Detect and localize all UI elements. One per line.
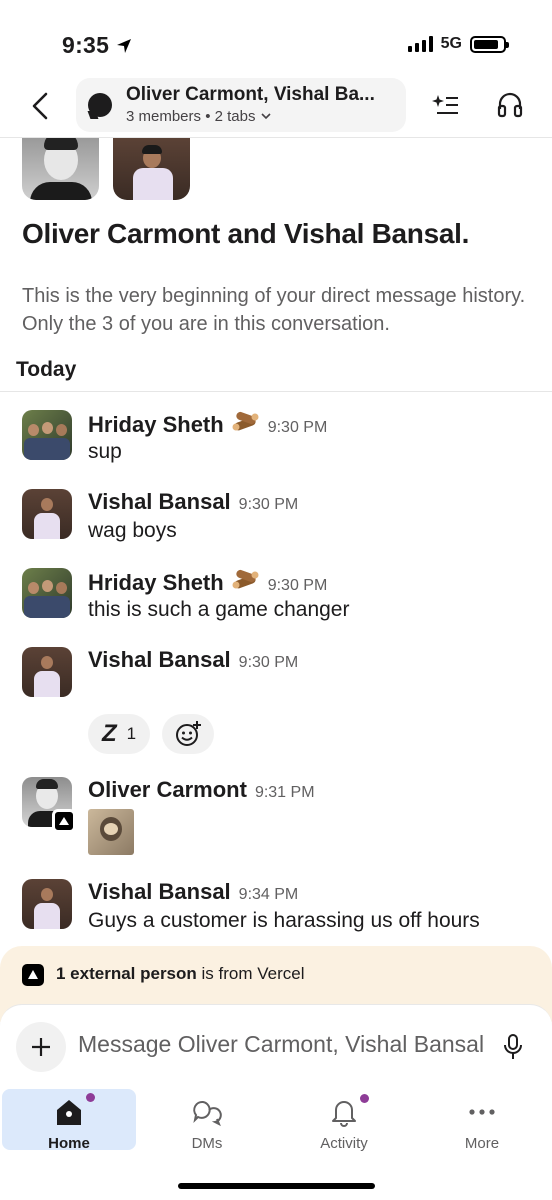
avatar-vishal-bansal[interactable] [22, 647, 72, 697]
back-button[interactable] [24, 88, 56, 124]
sender-name[interactable]: Vishal Bansal [88, 879, 231, 905]
reactions-row: Z 1 [88, 714, 215, 754]
message-time: 9:30 PM [267, 419, 328, 436]
tab-activity-label: Activity [320, 1135, 368, 1152]
avatar-hriday-sheth[interactable] [22, 568, 72, 618]
external-banner-text: 1 external person is from Vercel [56, 964, 304, 984]
external-org-text: is from Vercel [196, 964, 305, 983]
intro-title: Oliver Carmont and Vishal Bansal. [22, 218, 470, 249]
ai-summary-button[interactable] [430, 90, 460, 120]
message-time: 9:31 PM [254, 784, 315, 801]
tab-dms[interactable]: DMs [140, 1089, 274, 1152]
sender-name[interactable]: Vishal Bansal [88, 647, 231, 673]
reaction-pill[interactable]: Z 1 [88, 714, 151, 754]
wood-logs-icon [232, 568, 260, 590]
day-divider-label: Today [16, 358, 77, 381]
conversation-title-button[interactable]: Oliver Carmont, Vishal Ba... 3 members •… [76, 78, 406, 132]
tab-dms-label: DMs [191, 1135, 223, 1152]
message-header: Hriday Sheth 9:30 PM [88, 410, 327, 438]
sender-name[interactable]: Oliver Carmont [88, 777, 247, 803]
more-icon [469, 1109, 495, 1115]
signal-icon [407, 36, 433, 52]
status-indicators: 5G [407, 35, 509, 53]
intro-avatars [22, 138, 190, 200]
microphone-button[interactable] [502, 1033, 524, 1061]
message-text: sup [88, 440, 122, 463]
add-reaction-button[interactable] [162, 714, 215, 754]
intro-description: This is the very beginning of your direc… [22, 285, 526, 335]
sender-name[interactable]: Hriday Sheth [88, 570, 224, 596]
message-header: Oliver Carmont 9:31 PM [88, 777, 315, 803]
message-time: 9:30 PM [267, 577, 328, 594]
members-tabs-text: 3 members • 2 tabs [126, 108, 256, 125]
message-composer [0, 1004, 552, 1088]
dms-icon [193, 1100, 222, 1127]
conversation-header: Oliver Carmont, Vishal Ba... 3 members •… [0, 78, 552, 136]
network-label: 5G [440, 35, 462, 52]
message-header: Hriday Sheth 9:30 PM [88, 568, 327, 596]
message-header: Vishal Bansal 9:30 PM [88, 489, 298, 515]
home-unread-dot [86, 1093, 95, 1102]
avatar-vishal-bansal[interactable] [22, 489, 72, 539]
image-attachment[interactable] [88, 809, 134, 855]
message-time: 9:30 PM [238, 496, 299, 513]
headphones-icon [497, 92, 523, 118]
attach-button[interactable] [16, 1022, 66, 1072]
sparkle-list-icon [432, 95, 458, 114]
message-text: wag boys [88, 519, 177, 542]
external-badge-icon [52, 809, 76, 833]
sender-name[interactable]: Vishal Bansal [88, 489, 231, 515]
avatar-oliver-carmont[interactable] [22, 138, 99, 200]
avatar-vishal-bansal[interactable] [113, 138, 190, 200]
message-time: 9:34 PM [238, 886, 299, 903]
chevron-left-icon [32, 92, 48, 120]
huddle-button[interactable] [495, 90, 525, 120]
tab-home-label: Home [48, 1135, 90, 1152]
home-indicator [178, 1183, 375, 1189]
activity-unread-dot [360, 1094, 369, 1103]
avatar-hriday-sheth[interactable] [22, 410, 72, 460]
external-count-text: 1 external person [56, 964, 197, 983]
message-header: Vishal Bansal 9:34 PM [88, 879, 298, 905]
reaction-count: 1 [126, 724, 137, 743]
z-emoji-icon: Z [102, 720, 117, 747]
home-icon [57, 1100, 81, 1125]
wood-logs-icon [232, 410, 260, 432]
message-time: 9:30 PM [238, 654, 299, 671]
message-bubble-icon [88, 93, 112, 117]
microphone-icon [504, 1034, 522, 1059]
conversation-title: Oliver Carmont, Vishal Ba... [126, 84, 375, 105]
conversation-subtitle: 3 members • 2 tabs [126, 108, 272, 125]
message-text: this is such a game changer [88, 598, 350, 621]
location-arrow-icon [117, 38, 132, 53]
status-bar: 9:35 5G [0, 0, 552, 80]
chevron-down-icon [261, 113, 271, 120]
tab-more-label: More [464, 1135, 500, 1152]
day-divider-line [0, 391, 552, 392]
external-org-icon [22, 964, 44, 986]
tab-more[interactable]: More [415, 1089, 549, 1152]
clock-text: 9:35 [62, 32, 110, 58]
battery-icon [470, 35, 509, 53]
avatar-vishal-bansal[interactable] [22, 879, 72, 929]
message-header: Vishal Bansal 9:30 PM [88, 647, 298, 673]
status-time: 9:35 [62, 32, 133, 59]
plus-icon [32, 1038, 50, 1056]
bell-icon [332, 1101, 356, 1127]
tab-activity[interactable]: Activity [277, 1089, 411, 1152]
sender-name[interactable]: Hriday Sheth [88, 412, 224, 438]
tab-home[interactable]: Home [2, 1089, 136, 1152]
message-input[interactable] [78, 1031, 488, 1058]
message-text: Guys a customer is harassing us off hour… [88, 909, 480, 932]
add-emoji-icon [176, 721, 202, 746]
